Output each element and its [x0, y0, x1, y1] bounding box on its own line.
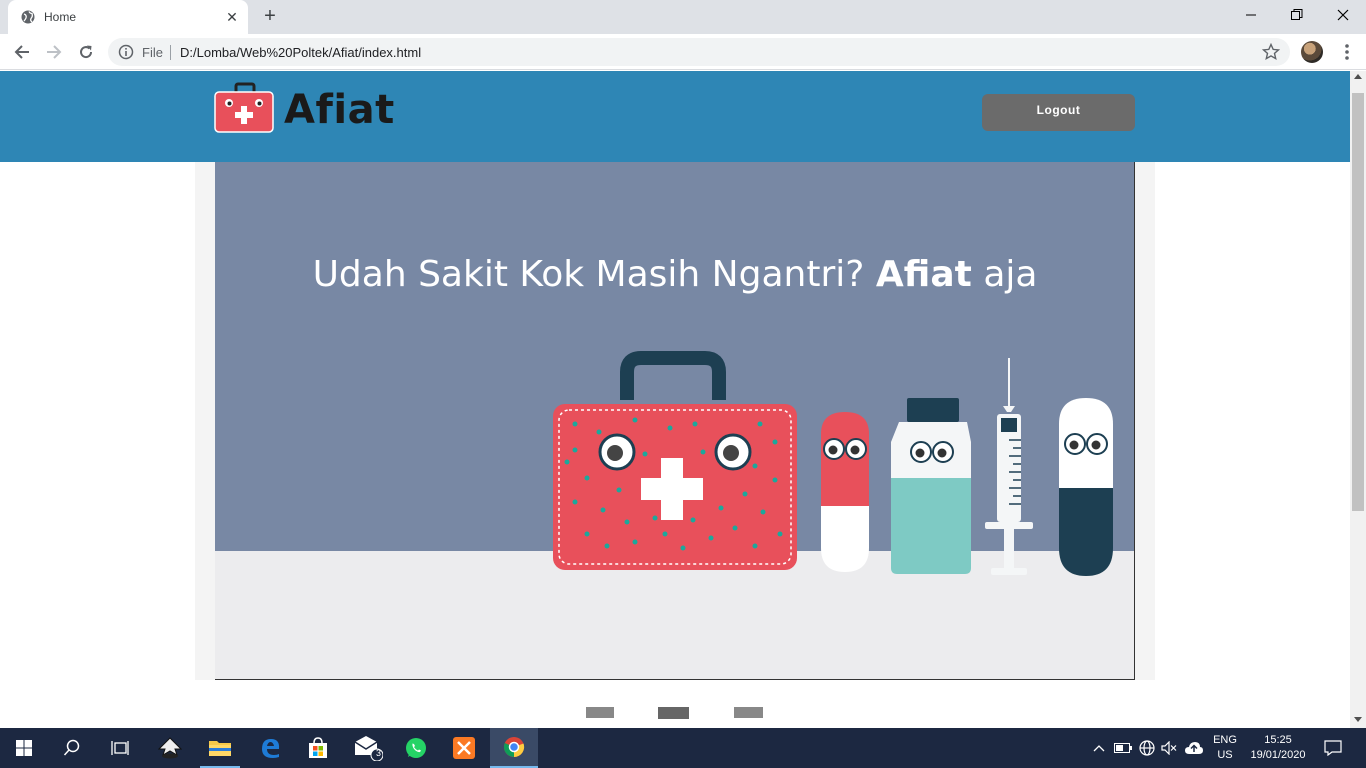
cloud-upload-icon [1185, 742, 1203, 754]
notification-icon [1324, 740, 1342, 756]
store-icon [309, 737, 327, 758]
taskbar-app-store[interactable] [294, 728, 342, 768]
close-tab-icon[interactable]: ✕ [224, 9, 240, 25]
speaker-muted-icon [1161, 741, 1177, 755]
carousel-indicator-2[interactable] [658, 707, 689, 719]
tab-strip: Home ✕ + [0, 0, 1366, 34]
folder-icon [209, 741, 231, 756]
bookmark-star-icon[interactable] [1262, 43, 1280, 61]
show-hidden-icons-button[interactable] [1088, 728, 1110, 768]
minimize-button[interactable] [1228, 0, 1274, 30]
windows-logo-icon [16, 740, 32, 756]
pill-capsule-illustration [821, 412, 869, 572]
back-button[interactable] [11, 41, 33, 63]
mail-badge: 3 [376, 748, 382, 758]
xampp-icon [453, 737, 475, 759]
keyboard-layout: US [1217, 749, 1233, 761]
volume-control[interactable] [1158, 728, 1180, 768]
url-separator [170, 45, 171, 60]
hero-illustration [215, 162, 1134, 679]
reload-icon [80, 45, 93, 59]
taskbar-app-chrome[interactable] [490, 728, 538, 768]
clock[interactable]: 15:25 19/01/2020 [1244, 728, 1312, 768]
clock-time: 15:25 [1264, 734, 1292, 746]
carousel-indicator-3[interactable] [734, 707, 763, 718]
more-menu-icon[interactable] [1338, 42, 1356, 62]
hero-caption-suffix: aja [983, 254, 1038, 295]
restore-icon [1291, 9, 1303, 20]
inkscape-icon [158, 737, 182, 759]
clock-date: 19/01/2020 [1250, 749, 1306, 761]
taskbar-app-whatsapp[interactable] [392, 728, 440, 768]
brand-name[interactable]: Afiat [284, 87, 395, 133]
capsule-illustration [1059, 398, 1113, 576]
taskbar-app-mail[interactable]: 3 [344, 728, 392, 768]
forward-button[interactable] [43, 41, 65, 63]
start-button[interactable] [0, 728, 48, 768]
reload-button[interactable] [75, 41, 97, 63]
vertical-scrollbar[interactable] [1350, 71, 1366, 728]
battery-icon [1114, 743, 1132, 753]
scroll-down-arrow-icon[interactable] [1354, 717, 1362, 722]
taskbar-app-file-explorer[interactable] [196, 728, 244, 768]
taskbar-app-xampp[interactable] [440, 728, 488, 768]
action-center-button[interactable] [1318, 728, 1348, 768]
restore-button[interactable] [1274, 0, 1320, 30]
language-code: ENG [1213, 734, 1237, 746]
whatsapp-icon [406, 738, 426, 758]
arrow-right-icon [47, 45, 62, 59]
carousel-indicators [0, 707, 1350, 719]
network-status[interactable] [1136, 728, 1158, 768]
url-scheme-label: File [142, 45, 163, 60]
taskbar-app-inkscape[interactable] [146, 728, 194, 768]
close-window-button[interactable] [1320, 0, 1366, 30]
site-header: Afiat Logout [0, 71, 1350, 162]
hero-carousel-slide: Udah Sakit Kok Masih Ngantri? Afiat aja [215, 162, 1135, 680]
medicine-bottle-illustration [891, 398, 971, 574]
globe-icon [21, 10, 35, 24]
taskbar-app-edge[interactable] [246, 728, 294, 768]
profile-avatar[interactable] [1301, 41, 1323, 63]
url-text[interactable]: D:/Lomba/Web%20Poltek/Afiat/index.html [180, 45, 421, 60]
new-tab-button[interactable]: + [260, 6, 280, 28]
minimize-icon [1246, 14, 1256, 16]
chrome-icon [503, 737, 525, 758]
address-bar[interactable]: File D:/Lomba/Web%20Poltek/Afiat/index.h… [108, 38, 1290, 66]
edge-icon [262, 739, 280, 758]
chevron-up-icon [1093, 745, 1105, 752]
info-icon[interactable] [118, 44, 134, 60]
hero-caption: Udah Sakit Kok Masih Ngantri? Afiat aja [215, 254, 1134, 295]
hero-caption-prefix: Udah Sakit Kok Masih Ngantri? [312, 254, 865, 295]
arrow-left-icon [14, 45, 29, 59]
logout-button[interactable]: Logout [982, 94, 1135, 131]
search-button[interactable] [48, 728, 96, 768]
tab-home[interactable]: Home ✕ [8, 0, 248, 34]
page-viewport: Afiat Logout Udah Sakit Kok Masih Ngantr… [0, 71, 1350, 728]
globe-network-icon [1139, 740, 1155, 756]
hero-caption-brand: Afiat [875, 254, 972, 295]
browser-toolbar: File D:/Lomba/Web%20Poltek/Afiat/index.h… [0, 34, 1366, 70]
language-indicator[interactable]: ENG US [1208, 728, 1242, 768]
onedrive-status[interactable] [1182, 728, 1206, 768]
task-view-icon [111, 741, 129, 755]
close-icon [1337, 9, 1349, 21]
scroll-up-arrow-icon[interactable] [1354, 74, 1362, 79]
taskbar: 3 ENG US 15:25 19/01/2020 [0, 728, 1366, 768]
scroll-thumb[interactable] [1352, 93, 1364, 511]
task-view-button[interactable] [96, 728, 144, 768]
carousel-indicator-1[interactable] [586, 707, 614, 718]
search-icon [63, 739, 80, 756]
tab-title: Home [44, 10, 77, 24]
battery-status[interactable] [1112, 728, 1134, 768]
medkit-logo-icon[interactable] [214, 82, 276, 134]
